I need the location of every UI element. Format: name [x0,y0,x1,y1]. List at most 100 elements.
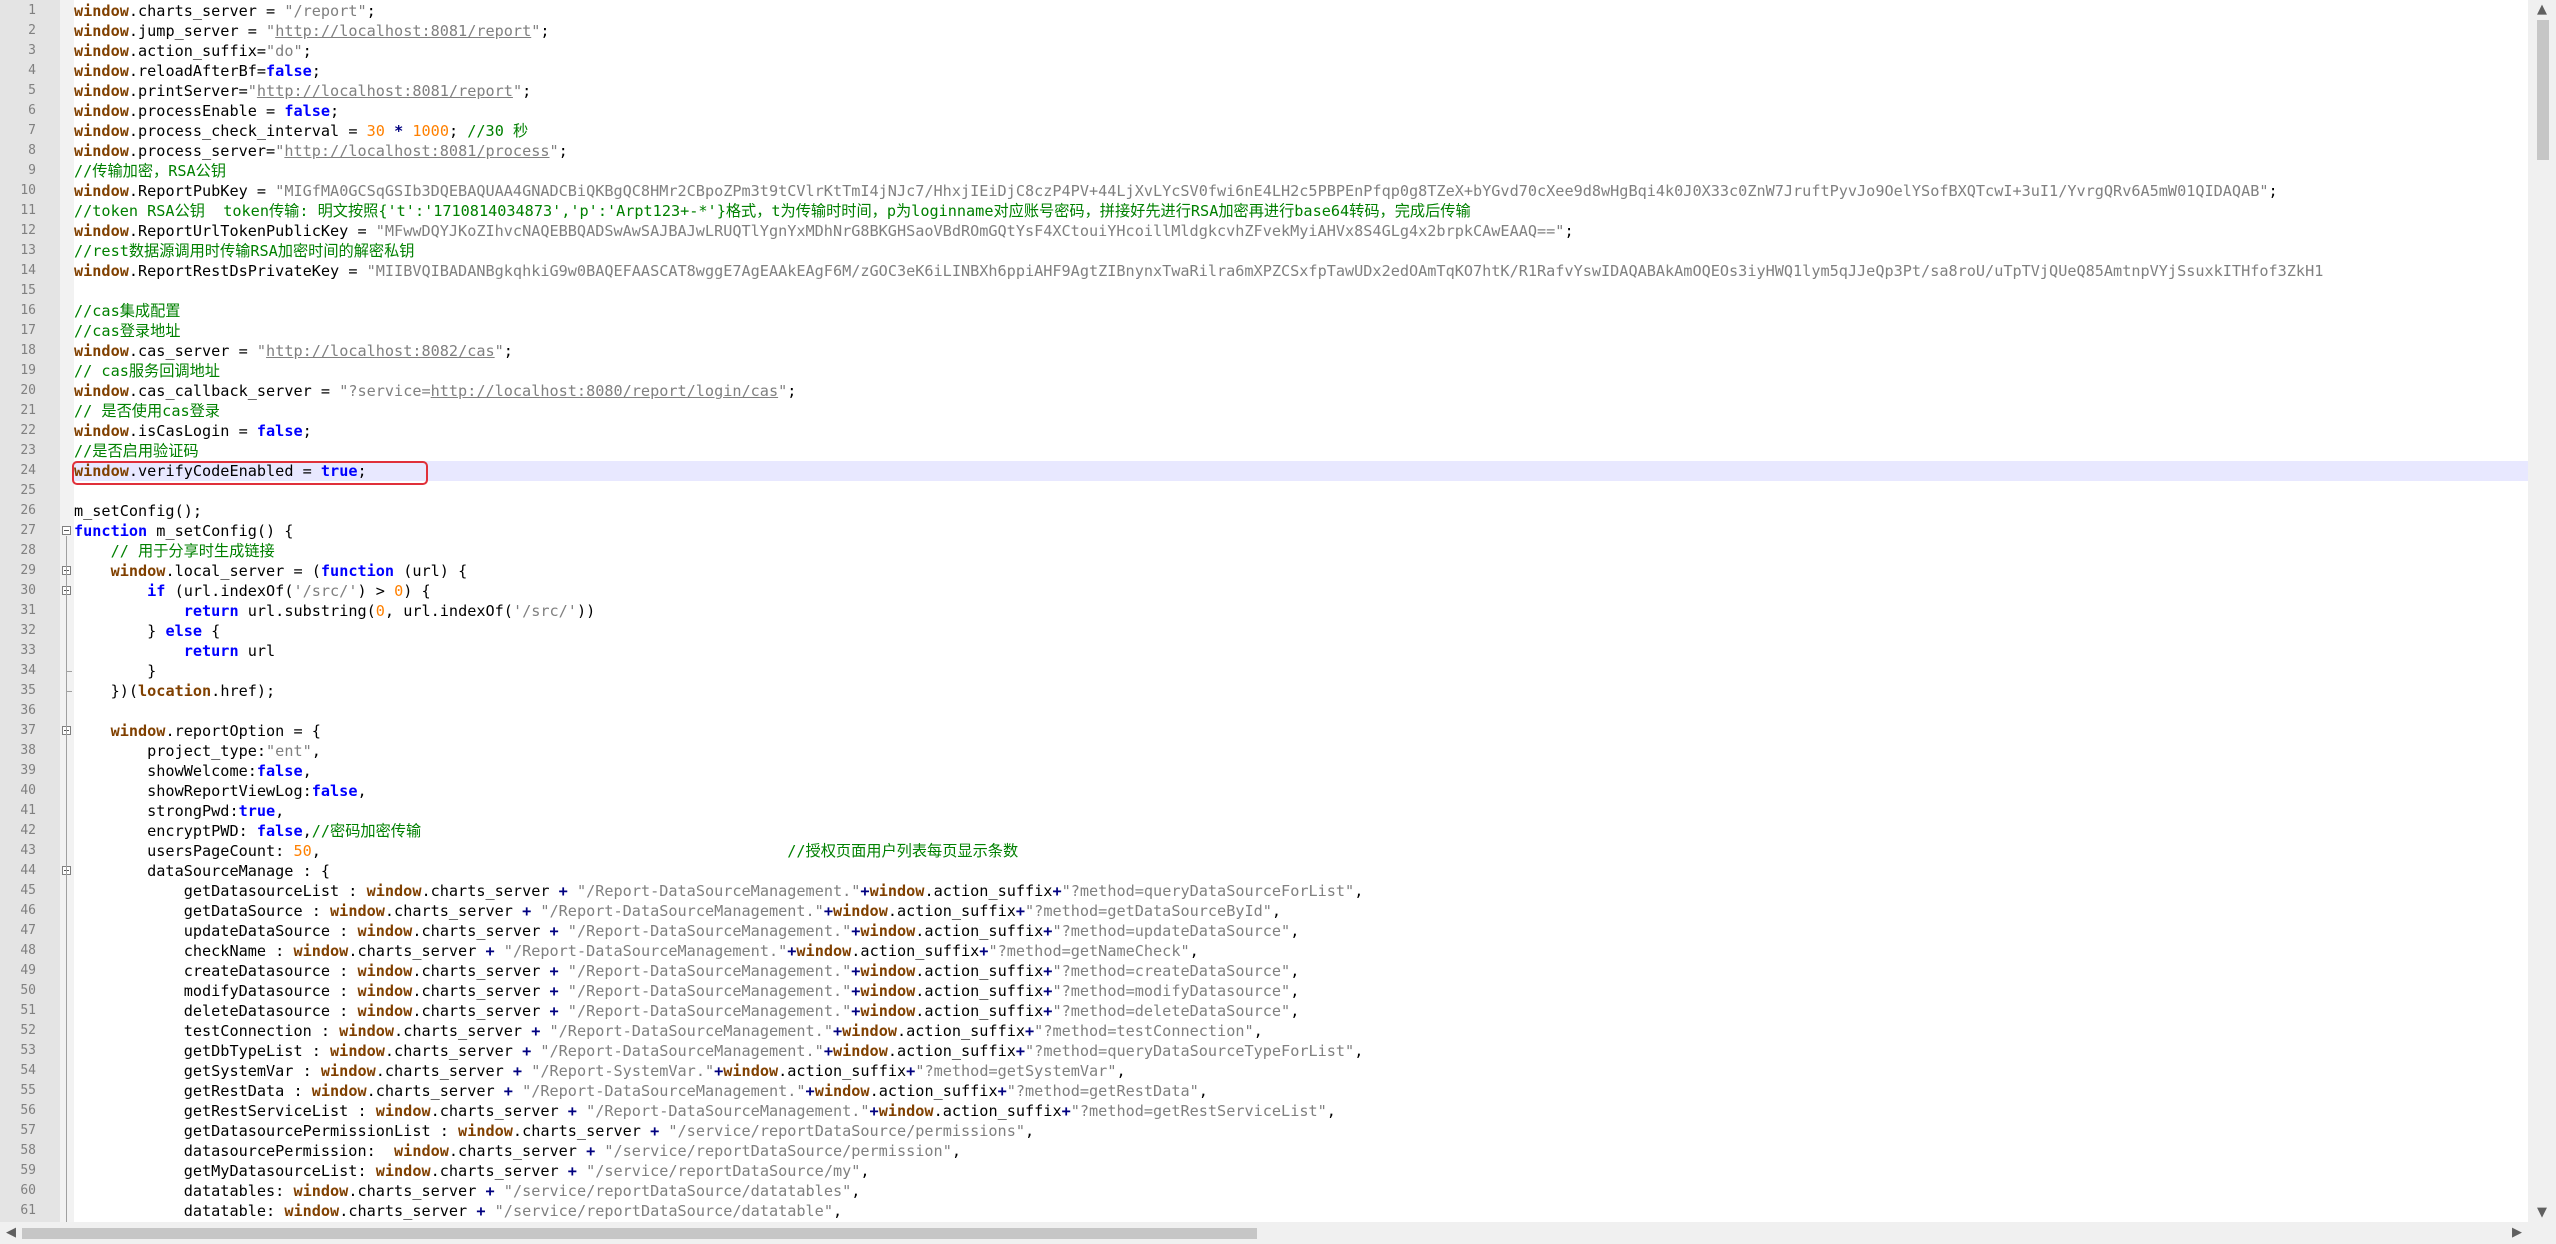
code-line[interactable]: updateDataSource : window.charts_server … [74,921,1300,941]
code-line[interactable]: window.jump_server = "http://localhost:8… [74,21,550,41]
code-line[interactable]: strongPwd:true, [74,801,284,821]
code-line[interactable]: usersPageCount: 50, //授权页面用户列表每页显示条数 [74,841,1018,861]
line-number: 18 [20,343,36,358]
code-line[interactable]: window.verifyCodeEnabled = true; [74,461,2528,481]
code-line[interactable]: window.cas_server = "http://localhost:80… [74,341,513,361]
fold-toggle-icon[interactable] [62,526,71,535]
code-line[interactable]: window.printServer="http://localhost:808… [74,81,531,101]
code-token: window [860,1002,916,1020]
code-line[interactable]: datasourcePermission: window.charts_serv… [74,1141,961,1161]
code-line[interactable]: window.cas_callback_server = "?service=h… [74,381,796,401]
vertical-scrollbar[interactable]: ▲ ▼ [2528,0,2556,1222]
line-number: 32 [20,623,36,638]
code-line[interactable]: window.reportOption = { [74,721,321,741]
code-token: ) { [403,582,431,600]
code-line[interactable]: createDatasource : window.charts_server … [74,961,1300,981]
code-token: //是否启用验证码 [74,442,199,460]
horizontal-scrollbar[interactable]: ◀ ▶ [0,1222,2528,1244]
code-line[interactable]: dataSourceManage : { [74,861,330,881]
code-token: window [394,1142,449,1160]
code-token: window [74,182,129,200]
code-line[interactable]: datatables: window.charts_server + "/ser… [74,1181,861,1201]
code-token: .processEnable = [128,102,285,120]
code-line[interactable]: window.ReportPubKey = "MIGfMA0GCSqGSIb3D… [74,181,2278,201]
code-token: ; [787,382,797,400]
code-editor[interactable]: 1 2 3 4 5 6 7 8 9 10 11 12 13 14 15 16 17 18 19 20 21 22 23 24 2… [0,0,2556,1244]
code-line[interactable]: getDatasourcePermissionList : window.cha… [74,1121,1034,1141]
code-line[interactable]: getDatasourceList : window.charts_server… [74,881,1364,901]
scroll-down-arrow-icon[interactable]: ▼ [2528,1205,2556,1220]
code-token: .charts_server [412,1002,550,1020]
code-line[interactable]: window.charts_server = "/report"; [74,1,376,21]
code-token: window [284,1202,340,1220]
code-token: , [1290,982,1300,1000]
code-line[interactable]: })(location.href); [74,681,276,701]
code-token: showWelcome: [74,762,257,780]
code-line[interactable]: return url.substring(0, url.indexOf('/sr… [74,601,596,621]
line-number: 16 [20,303,36,318]
code-line[interactable]: //token RSA公钥 token传输: 明文按照{'t':'1710814… [74,201,1471,221]
code-line[interactable]: window.local_server = (function (url) { [74,561,468,581]
code-token: + [860,882,870,900]
code-line[interactable]: checkName : window.charts_server + "/Rep… [74,941,1199,961]
scroll-right-arrow-icon[interactable]: ▶ [2510,1225,2524,1240]
code-line[interactable]: } [74,661,156,681]
code-line[interactable]: window.reloadAfterBf=false; [74,61,321,81]
code-line[interactable]: //是否启用验证码 [74,441,199,461]
code-token: //rest数据源调用时传输RSA加密时间的解密私钥 [74,242,415,260]
code-line[interactable]: window.ReportRestDsPrivateKey = "MIIBVQI… [74,261,2323,281]
code-line[interactable]: getMyDatasourceList: window.charts_serve… [74,1161,870,1181]
code-line[interactable]: showReportViewLog:false, [74,781,366,801]
code-line[interactable]: modifyDatasource : window.charts_server … [74,981,1300,1001]
code-token: .action_suffix [851,942,980,960]
code-line[interactable]: getSystemVar : window.charts_server + "/… [74,1061,1126,1081]
code-line[interactable]: //cas集成配置 [74,301,180,321]
code-line[interactable]: getDataSource : window.charts_server + "… [74,901,1281,921]
code-token: "?method=getRestServiceList" [1070,1102,1327,1120]
code-token: .charts_server [430,1162,568,1180]
scroll-up-arrow-icon[interactable]: ▲ [2528,2,2556,17]
code-line[interactable]: getDbTypeList : window.charts_server + "… [74,1041,1364,1061]
code-line[interactable]: // 用于分享时生成链接 [74,541,275,561]
code-line[interactable]: getRestServiceList : window.charts_serve… [74,1101,1336,1121]
code-token: (url) { [394,562,468,580]
code-line[interactable]: if (url.indexOf('/src/') > 0) { [74,581,431,601]
scroll-left-arrow-icon[interactable]: ◀ [4,1225,18,1240]
code-line[interactable]: deleteDatasource : window.charts_server … [74,1001,1300,1021]
code-line[interactable]: project_type:"ent", [74,741,321,761]
code-line[interactable]: window.process_server="http://localhost:… [74,141,568,161]
code-token: .charts_server [421,882,559,900]
code-line[interactable]: // cas服务回调地址 [74,361,220,381]
code-token: ; [302,42,312,60]
code-line[interactable]: //rest数据源调用时传输RSA加密时间的解密私钥 [74,241,414,261]
vertical-scroll-thumb[interactable] [2537,20,2549,160]
line-number: 13 [20,243,36,258]
code-token: window [832,1042,888,1060]
code-line[interactable]: testConnection : window.charts_server + … [74,1021,1263,1041]
code-area[interactable]: window.charts_server = "/report"; window.… [74,0,2528,1222]
code-line[interactable]: //传输加密，RSA公钥 [74,161,226,181]
code-line[interactable]: getRestData : window.charts_server + "/R… [74,1081,1208,1101]
horizontal-scroll-thumb[interactable] [22,1228,1257,1239]
code-token: + [549,922,559,940]
code-token: , [832,1202,843,1220]
code-line[interactable]: function m_setConfig() { [74,521,293,541]
code-line[interactable]: window.processEnable = false; [74,101,339,121]
code-token: "/service/reportDataSource/permission" [604,1142,952,1160]
code-line[interactable]: showWelcome:false, [74,761,312,781]
code-line[interactable]: window.ReportUrlTokenPublicKey = "MFwwDQ… [74,221,1574,241]
code-line[interactable]: window.process_check_interval = 30 * 100… [74,121,528,141]
code-token: , [1290,962,1300,980]
code-line[interactable]: } else { [74,621,220,641]
code-line[interactable]: datatable: window.charts_server + "/serv… [74,1201,842,1221]
code-line[interactable]: encryptPWD: false,//密码加密传输 [74,821,421,841]
code-line[interactable]: m_setConfig(); [74,501,202,521]
code-line[interactable]: return url [74,641,275,661]
code-line[interactable]: window.action_suffix="do"; [74,41,312,61]
code-line[interactable]: //cas登录地址 [74,321,180,341]
code-line[interactable]: // 是否使用cas登录 [74,401,220,421]
code-line[interactable]: window.isCasLogin = false; [74,421,312,441]
line-number: 7 [28,123,36,138]
